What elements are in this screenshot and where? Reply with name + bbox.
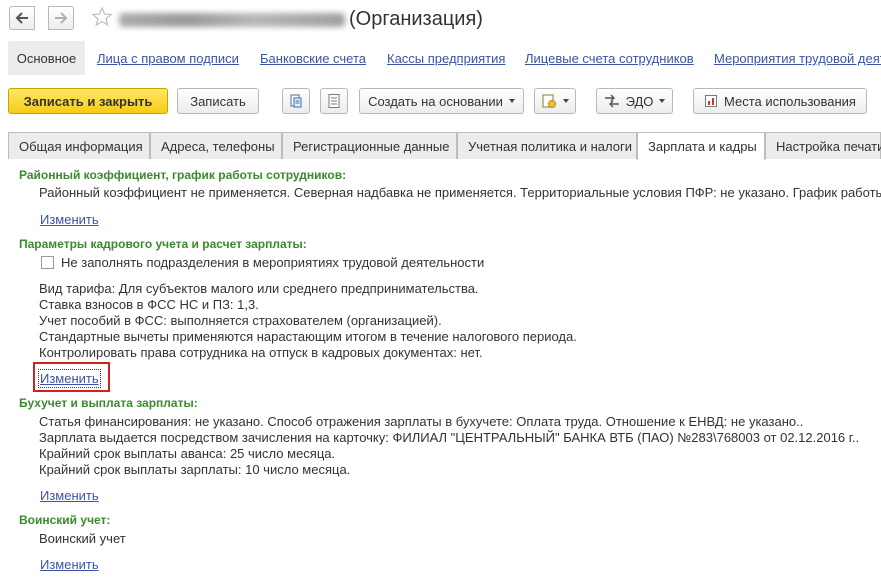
no-fill-departments-label: Не заполнять подразделения в мероприятия… [61,255,485,270]
hr-line: Контролировать права сотрудника на отпус… [39,345,483,360]
tab-salary-hr[interactable]: Зарплата и кадры [637,132,765,160]
edo-label: ЭДО [625,93,654,109]
reports-button[interactable] [534,88,576,114]
save-and-close-label: Записать и закрыть [23,93,153,109]
save-button[interactable]: Записать [177,88,259,114]
district-description: Районный коэффициент не применяется. Сев… [39,185,881,200]
formnav-labor-activities[interactable]: Мероприятия трудовой деят [714,51,881,66]
district-edit-link[interactable]: Изменить [40,212,99,227]
report-icon [542,94,556,108]
hr-line: Вид тарифа: Для субъектов малого или сре… [39,281,479,296]
tab-general-info[interactable]: Общая информация [8,132,150,159]
chevron-down-icon [508,99,515,103]
tab-print-settings[interactable]: Настройка печати [765,132,881,159]
edo-icon [604,94,619,108]
star-icon[interactable] [91,6,113,28]
accounting-edit-link[interactable]: Изменить [40,488,99,503]
accounting-line: Крайний срок выплаты зарплаты: 10 число … [39,462,351,477]
formnav-personal-accounts[interactable]: Лицевые счета сотрудников [525,51,694,66]
hr-line: Ставка взносов в ФСС НС и ПЗ: 1,3. [39,297,259,312]
military-description: Воинский учет [39,531,126,546]
tab-addresses-phones[interactable]: Адреса, телефоны [150,132,282,159]
hr-edit-link[interactable]: Изменить [38,369,101,388]
usage-icon [705,95,717,107]
print-button[interactable] [282,88,310,114]
section-title-accounting: Бухучет и выплата зарплаты: [19,396,198,410]
chevron-down-icon [659,99,666,103]
list-icon [328,94,340,108]
tab-registration-data[interactable]: Регистрационные данные [282,132,457,159]
hr-line: Стандартные вычеты применяются нарастающ… [39,329,577,344]
usage-places-label: Места использования [724,93,856,109]
tab-accounting-policy[interactable]: Учетная политика и налоги [457,132,637,159]
arrow-right-icon [55,12,68,24]
accounting-line: Зарплата выдается посредством зачисления… [39,430,860,445]
no-fill-departments-checkbox[interactable] [41,256,54,269]
formnav-main[interactable]: Основное [8,41,85,75]
list-button[interactable] [320,88,348,114]
edo-button[interactable]: ЭДО [596,88,673,114]
hr-line: Учет пособий в ФСС: выполняется страхова… [39,313,442,328]
formnav-bank-accounts[interactable]: Банковские счета [260,51,366,66]
accounting-line: Статья финансирования: не указано. Спосо… [39,414,804,429]
arrow-left-icon [15,12,28,24]
create-based-on-button[interactable]: Создать на основании [359,88,524,114]
formnav-cash-desks[interactable]: Кассы предприятия [387,51,505,66]
section-title-district: Районный коэффициент, график работы сотр… [19,168,347,182]
forward-button[interactable] [48,6,74,30]
usage-places-button[interactable]: Места использования [693,88,867,114]
window-title: (Организация) [349,8,483,30]
save-label: Записать [190,93,246,109]
print-icon [290,94,302,108]
accounting-line: Крайний срок выплаты аванса: 25 число ме… [39,446,336,461]
section-title-military: Воинский учет: [19,513,111,527]
save-and-close-button[interactable]: Записать и закрыть [8,88,168,114]
formnav-signatories[interactable]: Лица с правом подписи [97,51,239,66]
military-edit-link[interactable]: Изменить [40,557,99,572]
organization-name-blurred [119,13,345,27]
section-title-hr: Параметры кадрового учета и расчет зарпл… [19,237,307,251]
back-button[interactable] [9,6,35,30]
chevron-down-icon [563,99,569,103]
create-based-on-label: Создать на основании [368,93,503,109]
